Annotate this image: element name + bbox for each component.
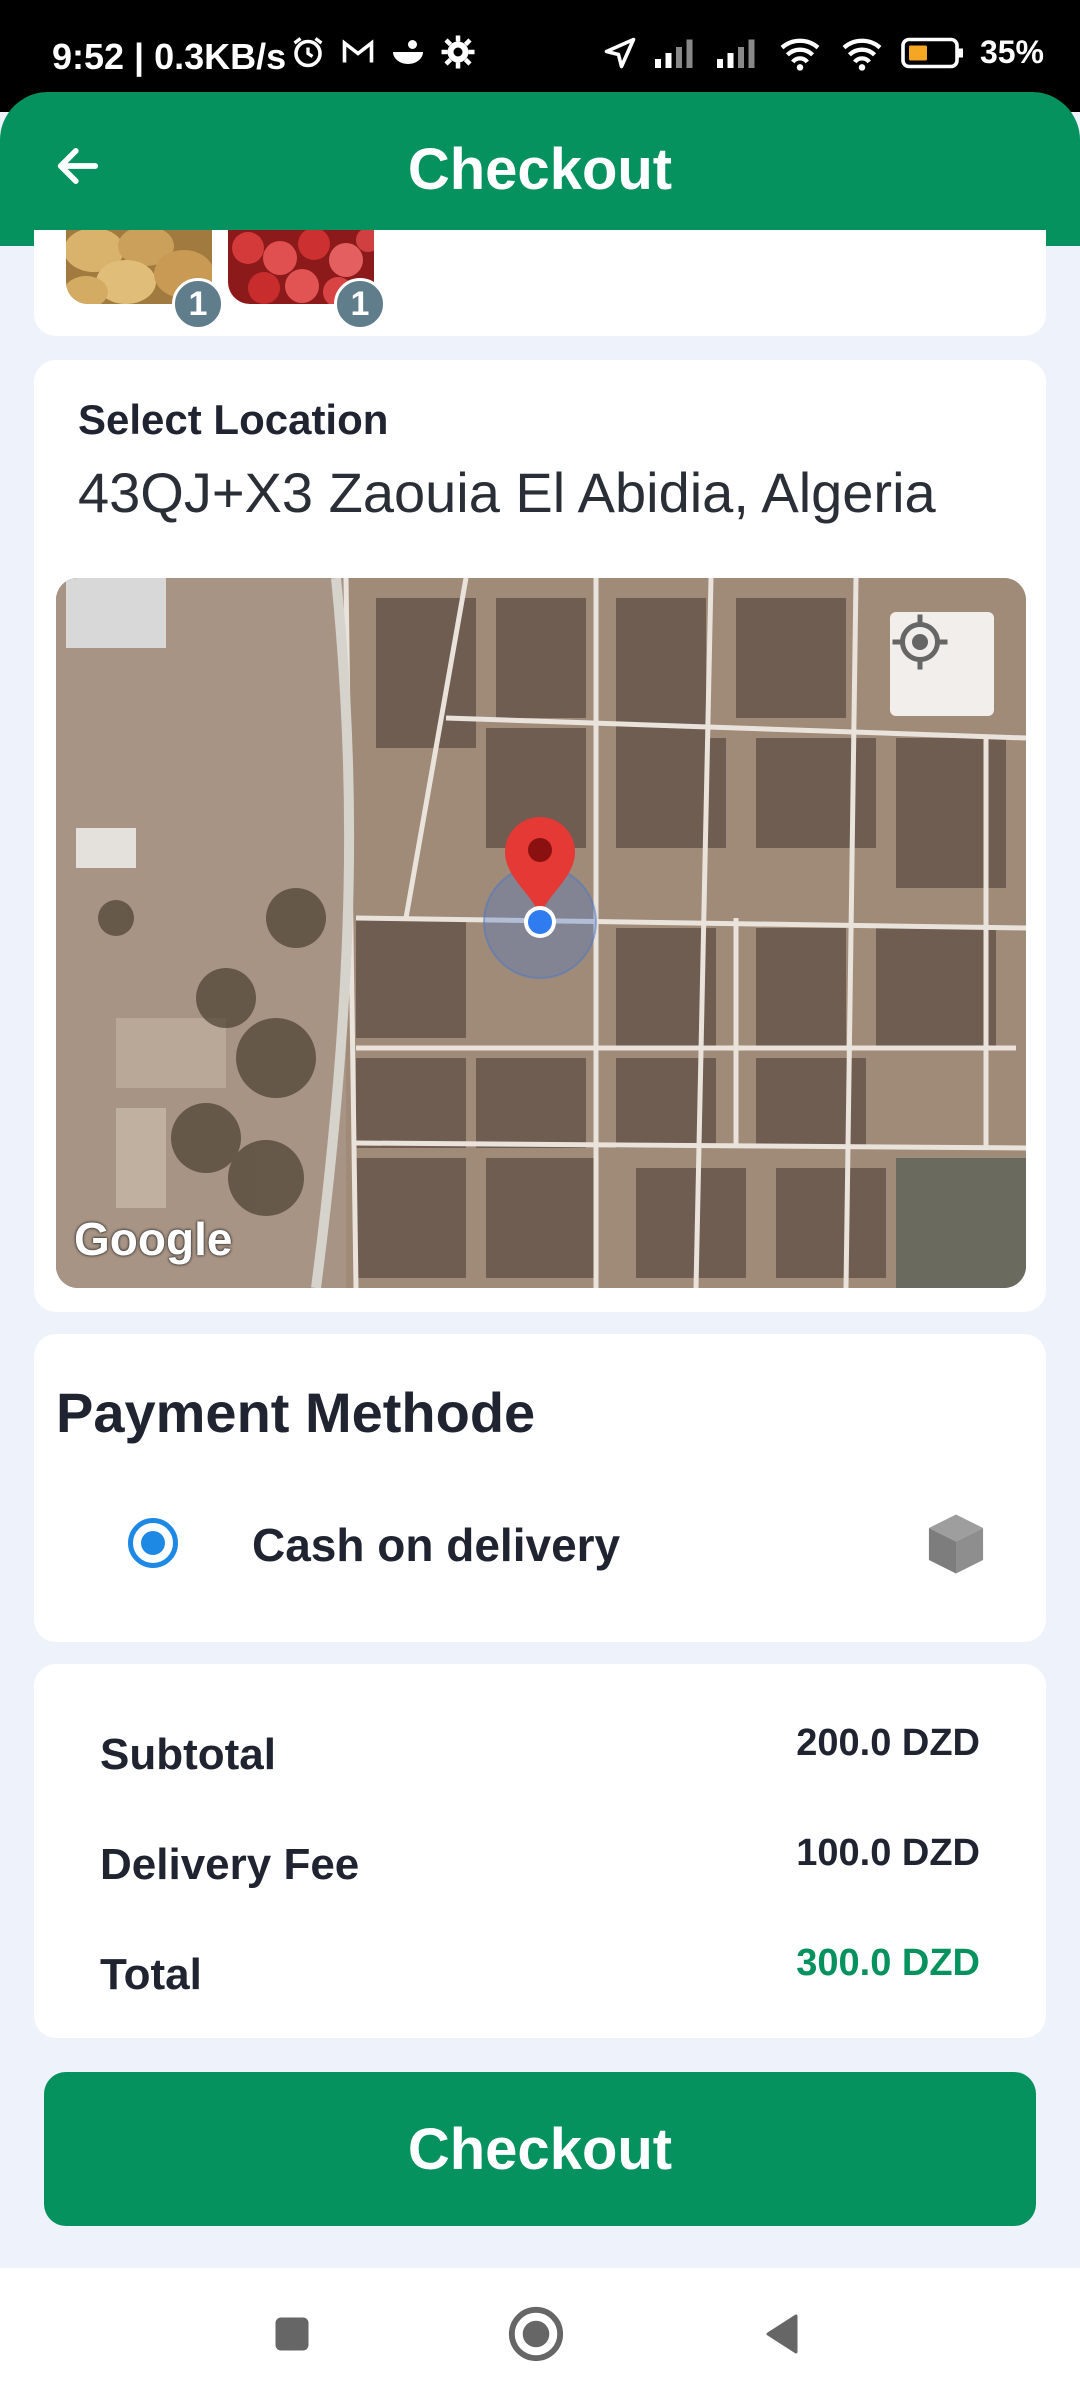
app-header: Checkout bbox=[0, 92, 1080, 246]
payment-option-cash[interactable]: Cash on delivery bbox=[34, 1504, 986, 1584]
delivery-fee-row: Delivery Fee 100.0 DZD bbox=[100, 1832, 980, 1892]
delivery-fee-label: Delivery Fee bbox=[100, 1840, 360, 1889]
wifi-icon-2 bbox=[842, 38, 882, 71]
food-bowl-icon bbox=[393, 40, 423, 64]
map-view[interactable]: Google bbox=[56, 578, 1026, 1288]
location-label: Select Location bbox=[78, 396, 389, 443]
delivery-fee-value: 100.0 DZD bbox=[796, 1832, 980, 1874]
system-icons: 35% bbox=[602, 34, 1044, 71]
subtotal-value: 200.0 DZD bbox=[796, 1722, 980, 1764]
location-address: 43QJ+X3 Zaouia El Abidia, Algeria bbox=[78, 461, 936, 524]
total-value: 300.0 DZD bbox=[796, 1942, 980, 1984]
product-thumbnail-apples[interactable]: 1 bbox=[228, 230, 386, 330]
subtotal-label: Subtotal bbox=[100, 1730, 276, 1779]
notification-icons bbox=[290, 34, 476, 70]
recents-button[interactable] bbox=[262, 2304, 322, 2364]
cart-items-card: 1 1 bbox=[34, 230, 1046, 336]
home-button[interactable] bbox=[506, 2304, 566, 2364]
payment-option-label: Cash on delivery bbox=[252, 1519, 621, 1571]
location-pin-icon bbox=[483, 816, 597, 979]
my-location-button[interactable] bbox=[890, 612, 994, 716]
order-summary-card: Subtotal 200.0 DZD Delivery Fee 100.0 DZ… bbox=[34, 1664, 1046, 2038]
signal-icon-2 bbox=[716, 39, 755, 68]
gmail-icon bbox=[342, 39, 374, 63]
radio-button[interactable] bbox=[128, 1518, 178, 1568]
circle-icon bbox=[508, 2306, 564, 2362]
system-nav-bar bbox=[0, 2268, 1080, 2400]
payment-title: Payment Methode bbox=[56, 1381, 536, 1444]
battery-percent: 35% bbox=[979, 34, 1044, 70]
square-icon bbox=[275, 2317, 309, 2351]
signal-icon bbox=[654, 39, 693, 68]
settings-icon bbox=[441, 35, 475, 69]
map-attribution: Google bbox=[74, 1213, 233, 1265]
crosshair-icon bbox=[892, 614, 948, 670]
checkout-button[interactable]: Checkout bbox=[44, 2072, 1036, 2226]
wifi-icon bbox=[780, 38, 820, 71]
quantity-badge: 1 bbox=[172, 278, 224, 330]
subtotal-row: Subtotal 200.0 DZD bbox=[100, 1722, 980, 1782]
package-icon bbox=[928, 1514, 984, 1574]
alarm-icon bbox=[293, 37, 323, 68]
payment-card: Payment Methode Cash on delivery bbox=[34, 1334, 1046, 1642]
quantity-badge: 1 bbox=[334, 278, 386, 330]
location-arrow-icon bbox=[604, 37, 636, 68]
total-label: Total bbox=[100, 1950, 202, 1999]
battery-icon bbox=[901, 37, 963, 68]
location-card: Select Location 43QJ+X3 Zaouia El Abidia… bbox=[34, 360, 1046, 1312]
back-nav-button[interactable] bbox=[752, 2304, 812, 2364]
page-title: Checkout bbox=[407, 137, 673, 202]
triangle-back-icon bbox=[766, 2314, 798, 2354]
product-thumbnail-potatoes[interactable]: 1 bbox=[66, 230, 224, 330]
status-time: 9:52 | 0.3KB/s bbox=[52, 36, 287, 77]
total-row: Total 300.0 DZD bbox=[100, 1942, 980, 2002]
